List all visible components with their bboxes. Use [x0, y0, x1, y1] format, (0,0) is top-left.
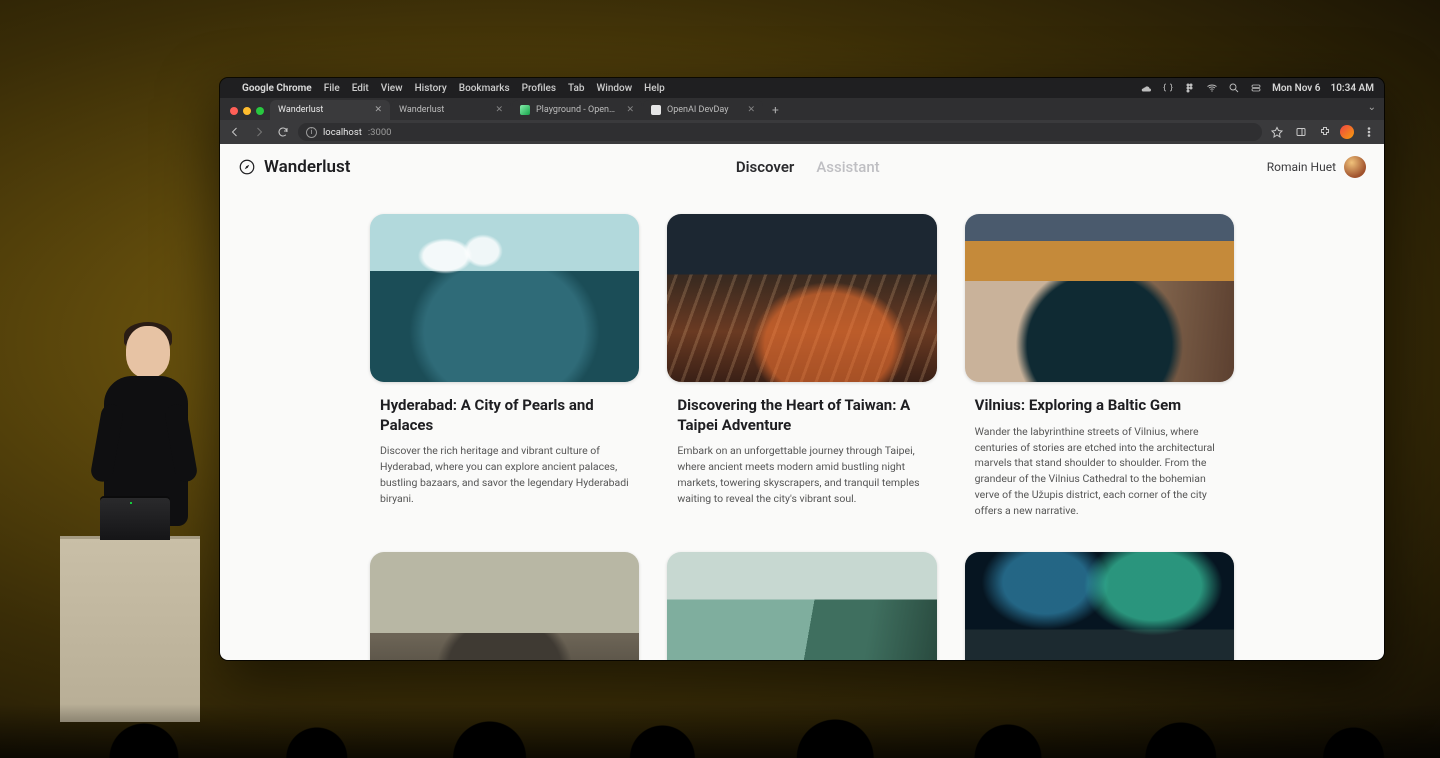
- tab-title: Playground - OpenAI API: [536, 105, 620, 115]
- destination-card[interactable]: Hyderabad: A City of Pearls and Palaces …: [370, 214, 639, 518]
- nav-back-button[interactable]: [226, 123, 244, 141]
- brand-name: Wanderlust: [264, 157, 350, 177]
- browser-tab-2[interactable]: Playground - OpenAI API ✕: [512, 100, 642, 120]
- address-bar[interactable]: i localhost :3000: [298, 123, 1262, 141]
- user-area[interactable]: Romain Huet: [1267, 156, 1366, 178]
- brand[interactable]: Wanderlust: [238, 157, 350, 177]
- card-description: Wander the labyrinthine streets of Vilni…: [975, 424, 1224, 519]
- menubar-figma-icon[interactable]: [1184, 82, 1196, 94]
- primary-nav: Discover Assistant: [736, 158, 880, 176]
- menu-tab[interactable]: Tab: [568, 83, 584, 94]
- browser-toolbar: i localhost :3000: [220, 120, 1384, 144]
- nav-assistant[interactable]: Assistant: [816, 158, 879, 176]
- tab-favicon-icon: [651, 105, 661, 115]
- card-image: [370, 214, 639, 382]
- nav-forward-button[interactable]: [250, 123, 268, 141]
- presentation-screen: Google Chrome File Edit View History Boo…: [220, 78, 1384, 660]
- card-description: Embark on an unforgettable journey throu…: [677, 443, 926, 506]
- compass-icon: [238, 158, 256, 176]
- card-image: [965, 214, 1234, 382]
- cards-grid: Hyderabad: A City of Pearls and Palaces …: [370, 214, 1234, 660]
- address-host: localhost: [323, 127, 362, 138]
- tab-close-icon[interactable]: ✕: [495, 105, 503, 115]
- browser-tab-0[interactable]: Wanderlust ✕: [270, 100, 390, 120]
- site-info-icon[interactable]: i: [306, 127, 317, 138]
- menu-window[interactable]: Window: [596, 83, 632, 94]
- tab-close-icon[interactable]: ✕: [747, 105, 755, 115]
- nav-discover[interactable]: Discover: [736, 158, 794, 176]
- menubar-search-icon[interactable]: [1228, 82, 1240, 94]
- nav-reload-button[interactable]: [274, 123, 292, 141]
- window-maximize-icon[interactable]: [256, 107, 264, 115]
- tab-title: OpenAI DevDay: [667, 105, 741, 115]
- destination-card[interactable]: [370, 552, 639, 660]
- mac-menubar: Google Chrome File Edit View History Boo…: [220, 78, 1384, 98]
- profile-avatar-icon[interactable]: [1340, 125, 1354, 139]
- card-title: Discovering the Heart of Taiwan: A Taipe…: [677, 396, 926, 435]
- menu-profiles[interactable]: Profiles: [522, 83, 556, 94]
- window-close-icon[interactable]: [230, 107, 238, 115]
- menu-edit[interactable]: Edit: [352, 83, 369, 94]
- tab-title: Wanderlust: [399, 105, 489, 115]
- menubar-date[interactable]: Mon Nov 6: [1272, 83, 1320, 94]
- extensions-icon[interactable]: [1316, 123, 1334, 141]
- card-title: Vilnius: Exploring a Baltic Gem: [975, 396, 1224, 416]
- card-image: [370, 552, 639, 660]
- window-minimize-icon[interactable]: [243, 107, 251, 115]
- destination-card[interactable]: [667, 552, 936, 660]
- destination-card[interactable]: [965, 552, 1234, 660]
- page-viewport: Wanderlust Discover Assistant Romain Hue…: [220, 144, 1384, 660]
- tab-close-icon[interactable]: ✕: [374, 105, 382, 115]
- new-tab-button[interactable]: +: [764, 103, 787, 120]
- card-image: [667, 552, 936, 660]
- tab-close-icon[interactable]: ✕: [626, 105, 634, 115]
- side-panel-icon[interactable]: [1292, 123, 1310, 141]
- address-path: :3000: [368, 127, 392, 138]
- destination-card[interactable]: Discovering the Heart of Taiwan: A Taipe…: [667, 214, 936, 518]
- destination-card[interactable]: Vilnius: Exploring a Baltic Gem Wander t…: [965, 214, 1234, 518]
- menubar-wifi-icon[interactable]: [1206, 82, 1218, 94]
- browser-tabstrip: Wanderlust ✕ Wanderlust ✕ Playground - O…: [220, 98, 1384, 120]
- browser-tab-3[interactable]: OpenAI DevDay ✕: [643, 100, 763, 120]
- tabstrip-overflow-icon[interactable]: ⌄: [1368, 102, 1376, 113]
- window-controls[interactable]: [230, 107, 264, 115]
- menu-view[interactable]: View: [381, 83, 403, 94]
- menubar-app-name[interactable]: Google Chrome: [242, 83, 312, 94]
- card-title: Hyderabad: A City of Pearls and Palaces: [380, 396, 629, 435]
- chrome-menu-icon[interactable]: [1360, 123, 1378, 141]
- presenter-laptop: [100, 498, 170, 540]
- audience-silhouettes: [0, 668, 1440, 758]
- menubar-cloud-icon[interactable]: [1140, 82, 1152, 94]
- user-avatar-icon[interactable]: [1344, 156, 1366, 178]
- menu-history[interactable]: History: [415, 83, 447, 94]
- bookmark-star-icon[interactable]: [1268, 123, 1286, 141]
- user-name: Romain Huet: [1267, 160, 1336, 174]
- card-image: [667, 214, 936, 382]
- tab-title: Wanderlust: [278, 105, 368, 115]
- browser-tab-1[interactable]: Wanderlust ✕: [391, 100, 511, 120]
- site-header: Wanderlust Discover Assistant Romain Hue…: [220, 144, 1384, 190]
- menubar-braces-icon[interactable]: [1162, 82, 1174, 94]
- card-image: [965, 552, 1234, 660]
- tab-favicon-icon: [520, 105, 530, 115]
- content-area: Hyderabad: A City of Pearls and Palaces …: [220, 190, 1384, 660]
- menu-file[interactable]: File: [324, 83, 340, 94]
- menubar-time[interactable]: 10:34 AM: [1331, 83, 1375, 94]
- menu-bookmarks[interactable]: Bookmarks: [459, 83, 510, 94]
- menubar-control-center-icon[interactable]: [1250, 82, 1262, 94]
- menu-help[interactable]: Help: [644, 83, 665, 94]
- card-description: Discover the rich heritage and vibrant c…: [380, 443, 629, 506]
